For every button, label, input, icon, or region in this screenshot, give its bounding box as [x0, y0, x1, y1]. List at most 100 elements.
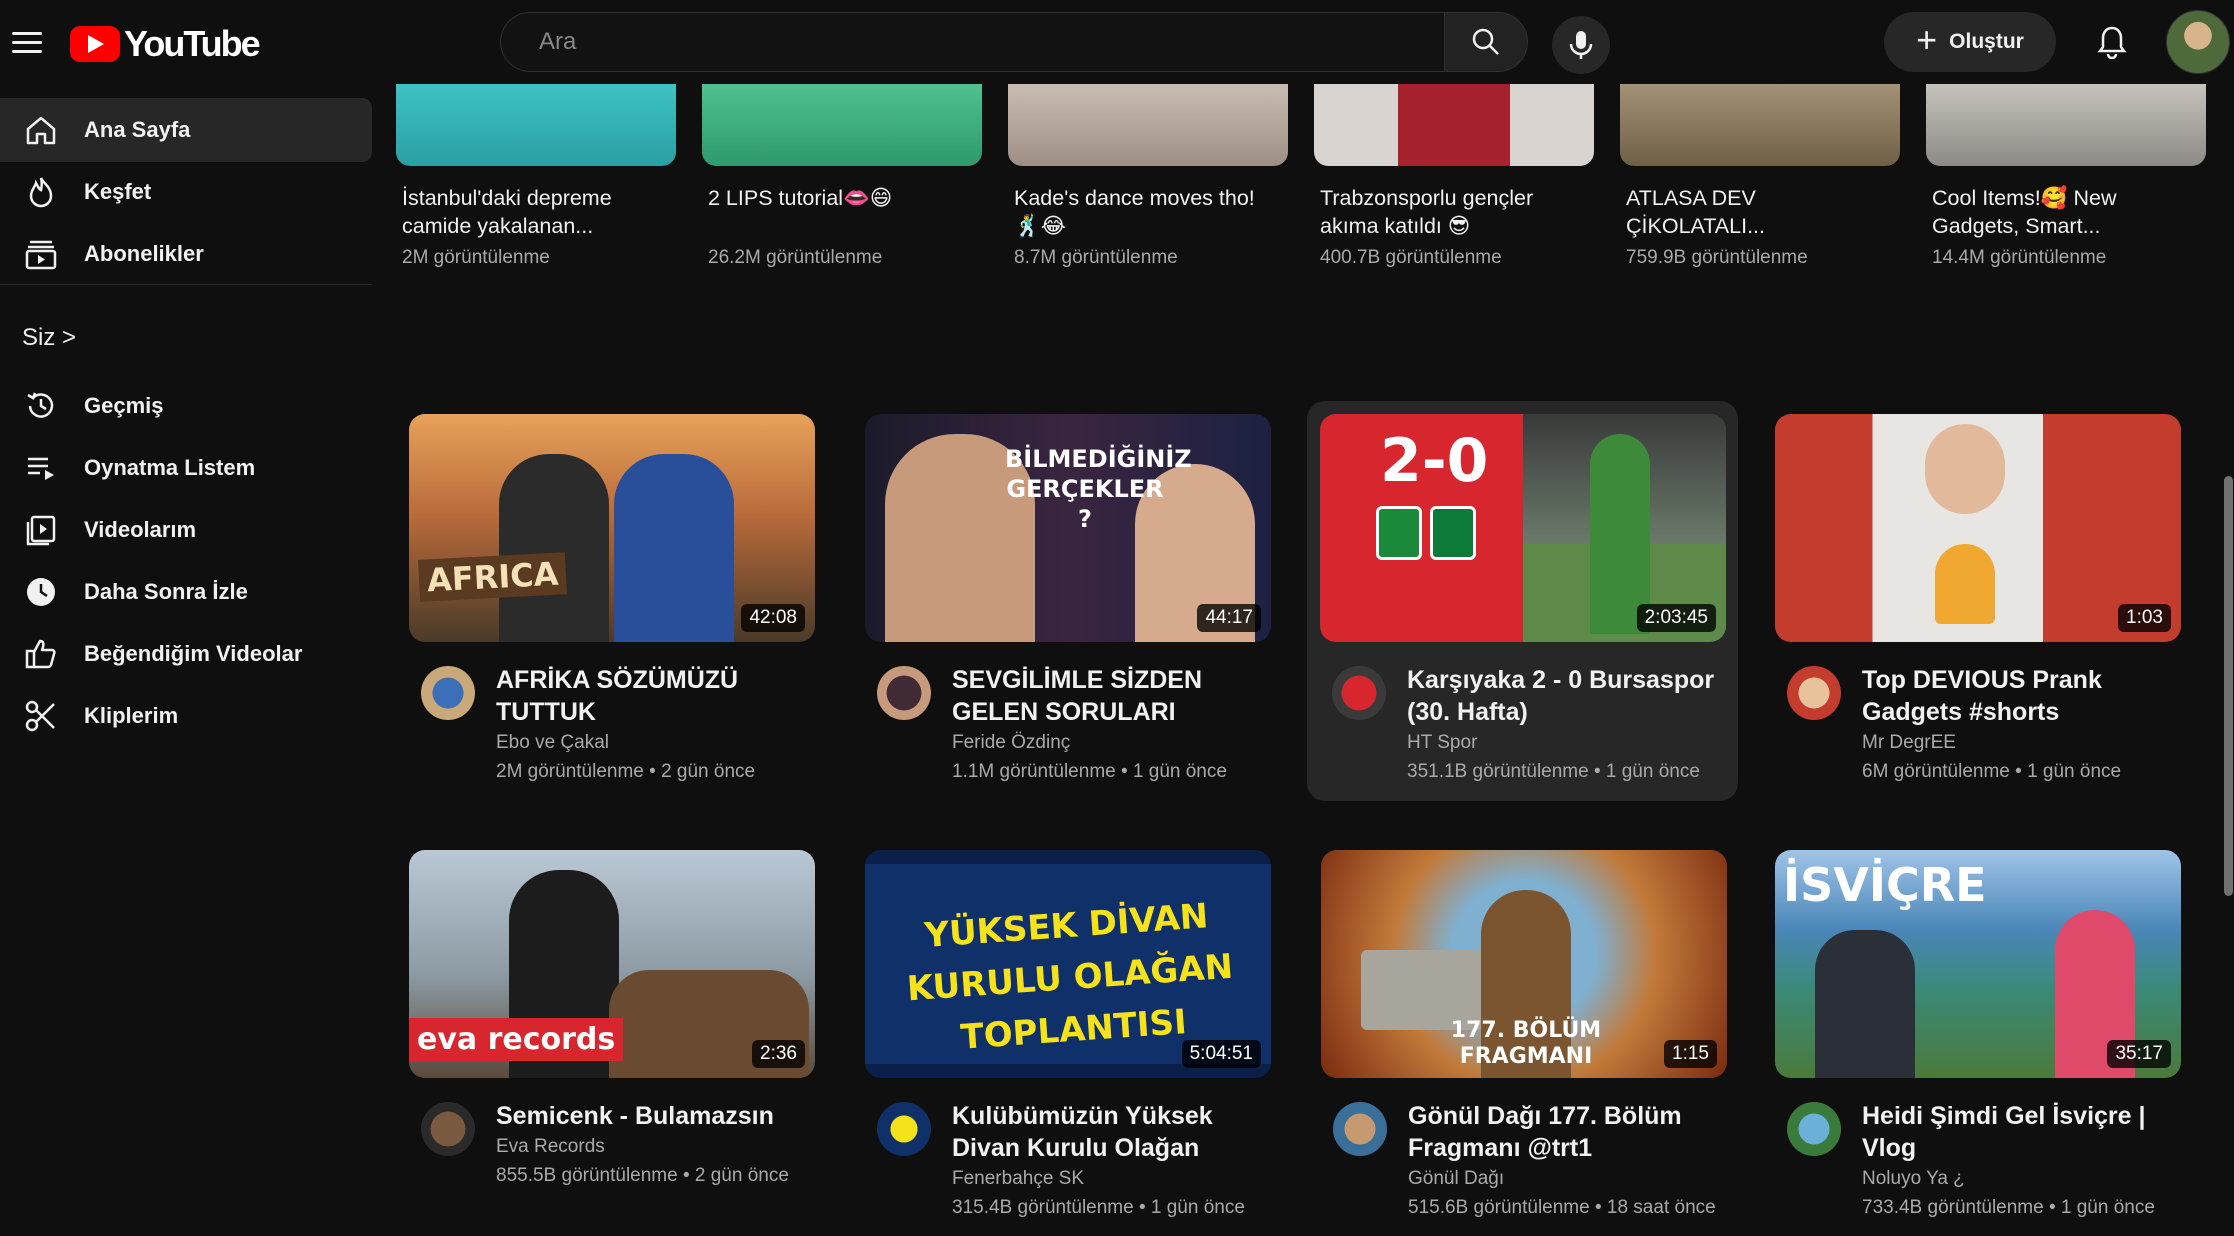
video-thumbnail[interactable]: 1:03 [1775, 414, 2181, 642]
video-duration: 42:08 [741, 604, 805, 632]
video-title[interactable]: Gönül Dağı 177. Bölüm Fragmanı @trt1 [1408, 1100, 1720, 1164]
video-meta: 515.6B görüntülenme • 18 saat önce [1408, 1197, 1716, 1218]
play-logo-icon [70, 26, 120, 62]
channel-name[interactable]: Noluyo Ya ¿ [1862, 1168, 1965, 1190]
page-scrollbar[interactable] [2224, 476, 2233, 896]
video-card[interactable]: 1:03 Top DEVIOUS Prank Gadgets #shorts M… [1775, 414, 2181, 800]
short-views: 8.7M görüntülenme [1014, 247, 1178, 268]
short-title[interactable]: Kade's dance moves tho! 🕺😂 [1014, 184, 1284, 240]
channel-avatar[interactable] [1333, 1102, 1387, 1156]
channel-name[interactable]: Mr DegrEE [1862, 732, 1956, 754]
short-thumbnail[interactable] [1926, 84, 2206, 166]
video-meta: 351.1B görüntülenme • 1 gün önce [1407, 761, 1700, 782]
notifications-button[interactable] [2088, 18, 2136, 66]
channel-name[interactable]: Feride Özdinç [952, 732, 1070, 754]
video-card[interactable]: eva records 2:36 Semicenk - Bulamazsın E… [409, 850, 815, 1236]
channel-avatar[interactable] [1332, 666, 1386, 720]
video-duration: 35:17 [2107, 1040, 2171, 1068]
video-card[interactable]: YÜKSEK DİVAN KURULU OLAĞAN TOPLANTISI 5:… [865, 850, 1271, 1236]
short-views: 14.4M görüntülenme [1932, 247, 2107, 268]
sidebar-item-playlist[interactable]: Oynatma Listem [0, 436, 372, 500]
youtube-logo[interactable]: YouTube [70, 23, 261, 65]
video-thumbnail[interactable]: eva records 2:36 [409, 850, 815, 1078]
short-thumbnail[interactable] [1008, 84, 1288, 166]
video-card[interactable]: İSVİÇRE 35:17 Heidi Şimdi Gel İsviçre | … [1775, 850, 2181, 1236]
short-thumbnail[interactable] [1314, 84, 1594, 166]
short-title[interactable]: Trabzonsporlu gençler akıma katıldı 😎 [1320, 184, 1590, 240]
video-card[interactable]: AFRICA 42:08 AFRİKA SÖZÜMÜZÜ TUTTUK Ebo … [409, 414, 815, 800]
voice-search-button[interactable] [1552, 16, 1610, 74]
channel-avatar[interactable] [1787, 666, 1841, 720]
channel-name[interactable]: Eva Records [496, 1136, 605, 1158]
video-title[interactable]: AFRİKA SÖZÜMÜZÜ TUTTUK [496, 664, 808, 728]
sidebar-item-your-videos[interactable]: Videolarım [0, 498, 372, 562]
video-title[interactable]: Semicenk - Bulamazsın [496, 1100, 808, 1132]
short-thumbnail[interactable] [1620, 84, 1900, 166]
channel-avatar[interactable] [1787, 1102, 1841, 1156]
home-icon [22, 111, 60, 149]
video-duration: 1:03 [2118, 604, 2171, 632]
video-card[interactable]: 177. BÖLÜM FRAGMANI 1:15 Gönül Dağı 177.… [1321, 850, 1727, 1236]
channel-name[interactable]: Gönül Dağı [1408, 1168, 1504, 1190]
sidebar-item-clips[interactable]: Kliplerim [0, 684, 372, 748]
short-thumbnail[interactable] [396, 84, 676, 166]
search-button[interactable] [1444, 12, 1528, 72]
video-thumbnail[interactable]: BİLMEDİĞİNİZ GERÇEKLER ? 44:17 [865, 414, 1271, 642]
channel-name[interactable]: Fenerbahçe SK [952, 1168, 1084, 1190]
sidebar-item-history[interactable]: Geçmiş [0, 374, 372, 438]
short-views: 2M görüntülenme [402, 247, 550, 268]
channel-avatar[interactable] [877, 1102, 931, 1156]
short-title[interactable]: İstanbul'daki depreme camide yakalanan..… [402, 184, 672, 240]
channel-name[interactable]: Ebo ve Çakal [496, 732, 609, 754]
logo-text: YouTube [124, 23, 261, 64]
create-button[interactable]: + Oluştur [1884, 12, 2056, 72]
watch-later-icon [22, 573, 60, 611]
sidebar-item-home[interactable]: Ana Sayfa [0, 98, 372, 162]
channel-avatar[interactable] [421, 666, 475, 720]
create-label: Oluştur [1949, 30, 2024, 53]
sidebar-item-liked-videos[interactable]: Beğendiğim Videolar [0, 622, 372, 686]
video-card[interactable]: BİLMEDİĞİNİZ GERÇEKLER ? 44:17 SEVGİLİML… [865, 414, 1271, 800]
search-bar [500, 12, 1528, 72]
microphone-icon [1569, 31, 1593, 59]
playlist-icon [22, 449, 60, 487]
sidebar-item-subscriptions[interactable]: Abonelikler [0, 222, 372, 286]
video-title[interactable]: Kulübümüzün Yüksek Divan Kurulu Olağan [952, 1100, 1264, 1164]
video-thumbnail[interactable]: AFRICA 42:08 [409, 414, 815, 642]
channel-avatar[interactable] [421, 1102, 475, 1156]
short-views: 400.7B görüntülenme [1320, 247, 1502, 268]
video-title[interactable]: Karşıyaka 2 - 0 Bursaspor (30. Hafta) [1407, 664, 1719, 728]
video-meta: 1.1M görüntülenme • 1 gün önce [952, 761, 1227, 782]
sidebar-item-label: Keşfet [84, 179, 152, 204]
video-thumbnail[interactable]: YÜKSEK DİVAN KURULU OLAĞAN TOPLANTISI 5:… [865, 850, 1271, 1078]
video-duration: 2:03:45 [1636, 604, 1716, 632]
sidebar-item-explore[interactable]: Keşfet [0, 160, 372, 224]
short-thumbnail[interactable] [702, 84, 982, 166]
video-duration: 44:17 [1197, 604, 1261, 632]
video-thumbnail[interactable]: 177. BÖLÜM FRAGMANI 1:15 [1321, 850, 1727, 1078]
menu-icon[interactable] [12, 22, 44, 62]
short-title[interactable]: Cool Items!🥰 New Gadgets, Smart... [1932, 184, 2202, 240]
sidebar-item-label: Ana Sayfa [84, 117, 191, 142]
video-duration: 5:04:51 [1181, 1040, 1261, 1068]
sidebar-item-watch-later[interactable]: Daha Sonra İzle [0, 560, 372, 624]
video-thumbnail[interactable]: İSVİÇRE 35:17 [1775, 850, 2181, 1078]
account-avatar[interactable] [2166, 10, 2230, 74]
plus-icon: + [1916, 19, 1938, 60]
video-card[interactable]: 2-0 2:03:45 Karşıyaka 2 - 0 Bursaspor (3… [1307, 401, 1738, 801]
video-title[interactable]: Top DEVIOUS Prank Gadgets #shorts [1862, 664, 2174, 728]
sidebar-item-label: Geçmiş [84, 393, 164, 418]
short-title[interactable]: ATLASA DEV ÇİKOLATALI... [1626, 184, 1896, 240]
search-input[interactable] [500, 12, 1444, 72]
short-title[interactable]: 2 LIPS tutorial👄😄 [708, 184, 978, 212]
channel-avatar[interactable] [877, 666, 931, 720]
sidebar-item-label: Oynatma Listem [84, 455, 256, 480]
subscriptions-icon [22, 235, 60, 273]
bell-icon [2097, 26, 2127, 59]
thumbnail-text: 2-0 [1380, 426, 1489, 496]
you-section-header[interactable]: Siz > [22, 324, 76, 352]
video-title[interactable]: SEVGİLİMLE SİZDEN GELEN SORULARI [952, 664, 1264, 728]
video-thumbnail[interactable]: 2-0 2:03:45 [1320, 414, 1726, 642]
channel-name[interactable]: HT Spor [1407, 732, 1477, 754]
video-title[interactable]: Heidi Şimdi Gel İsviçre | Vlog [1862, 1100, 2174, 1164]
